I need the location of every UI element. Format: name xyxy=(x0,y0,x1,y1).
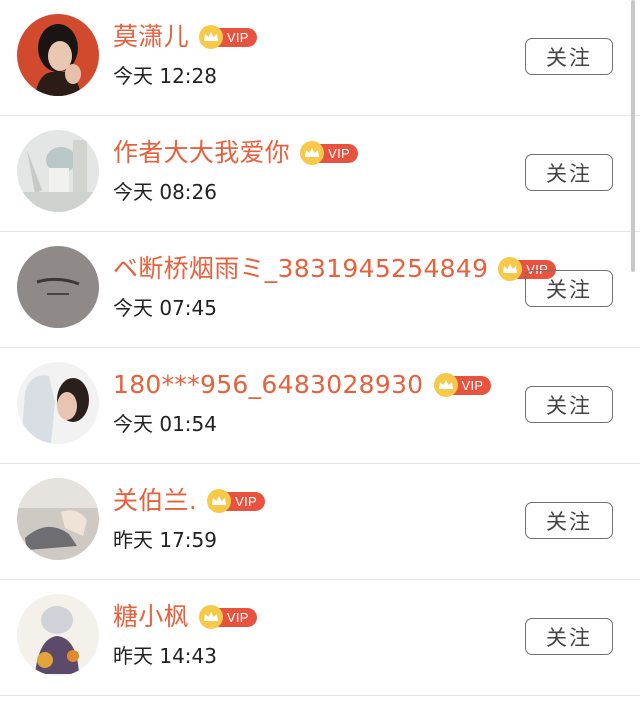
crown-icon xyxy=(198,25,223,49)
crown-icon xyxy=(433,373,458,397)
vip-badge: VIP xyxy=(198,605,257,629)
vip-badge: VIP xyxy=(433,373,492,397)
list-item[interactable]: 180***956_6483028930 VIP 今天 01:54 关注 xyxy=(0,348,640,464)
list-item[interactable]: 作者大大我爱你 VIP 今天 08:26 关注 xyxy=(0,116,640,232)
crown-icon xyxy=(207,489,232,513)
avatar[interactable] xyxy=(17,362,99,444)
avatar[interactable] xyxy=(17,594,99,676)
follow-time: 今天 12:28 xyxy=(113,64,217,88)
follow-time: 今天 01:54 xyxy=(113,412,217,436)
follow-time: 昨天 17:59 xyxy=(113,528,217,552)
avatar[interactable] xyxy=(17,246,99,328)
follow-button[interactable]: 关注 xyxy=(525,38,613,75)
follow-button[interactable]: 关注 xyxy=(525,618,613,655)
avatar[interactable] xyxy=(17,14,99,96)
crown-icon xyxy=(198,605,223,629)
follow-time: 今天 08:26 xyxy=(113,180,217,204)
list-item[interactable]: 莫潇儿 VIP 今天 12:28 关注 xyxy=(0,0,640,116)
vip-badge: VIP xyxy=(198,25,257,49)
follow-button[interactable]: 关注 xyxy=(525,270,613,307)
follow-button[interactable]: 关注 xyxy=(525,386,613,423)
vip-badge: VIP xyxy=(207,489,266,513)
follow-time: 今天 07:45 xyxy=(113,296,217,320)
follow-time: 昨天 14:43 xyxy=(113,644,217,668)
username[interactable]: 180***956_6483028930 xyxy=(113,368,424,402)
avatar[interactable] xyxy=(17,130,99,212)
list-item[interactable]: 糖小枫 VIP 昨天 14:43 关注 xyxy=(0,580,640,696)
username[interactable]: 作者大大我爱你 xyxy=(113,136,290,170)
list-item[interactable]: ベ断桥烟雨ミ_3831945254849 VIP 今天 07:45 关注 xyxy=(0,232,640,348)
scrollbar[interactable] xyxy=(631,0,635,272)
follow-button[interactable]: 关注 xyxy=(525,502,613,539)
vip-badge: VIP xyxy=(300,141,358,165)
username[interactable]: 糖小枫 xyxy=(113,600,189,634)
username[interactable]: 莫潇儿 xyxy=(113,20,189,54)
crown-icon xyxy=(300,141,325,165)
follower-list: 莫潇儿 VIP 今天 12:28 关注 作者大大我爱你 VIP 今天 08:26… xyxy=(0,0,640,701)
follow-button[interactable]: 关注 xyxy=(525,154,613,191)
username[interactable]: ベ断桥烟雨ミ_3831945254849 xyxy=(113,252,488,286)
username[interactable]: 关伯兰. xyxy=(113,484,197,518)
list-item[interactable]: 关伯兰. VIP 昨天 17:59 关注 xyxy=(0,464,640,580)
avatar[interactable] xyxy=(17,478,99,560)
